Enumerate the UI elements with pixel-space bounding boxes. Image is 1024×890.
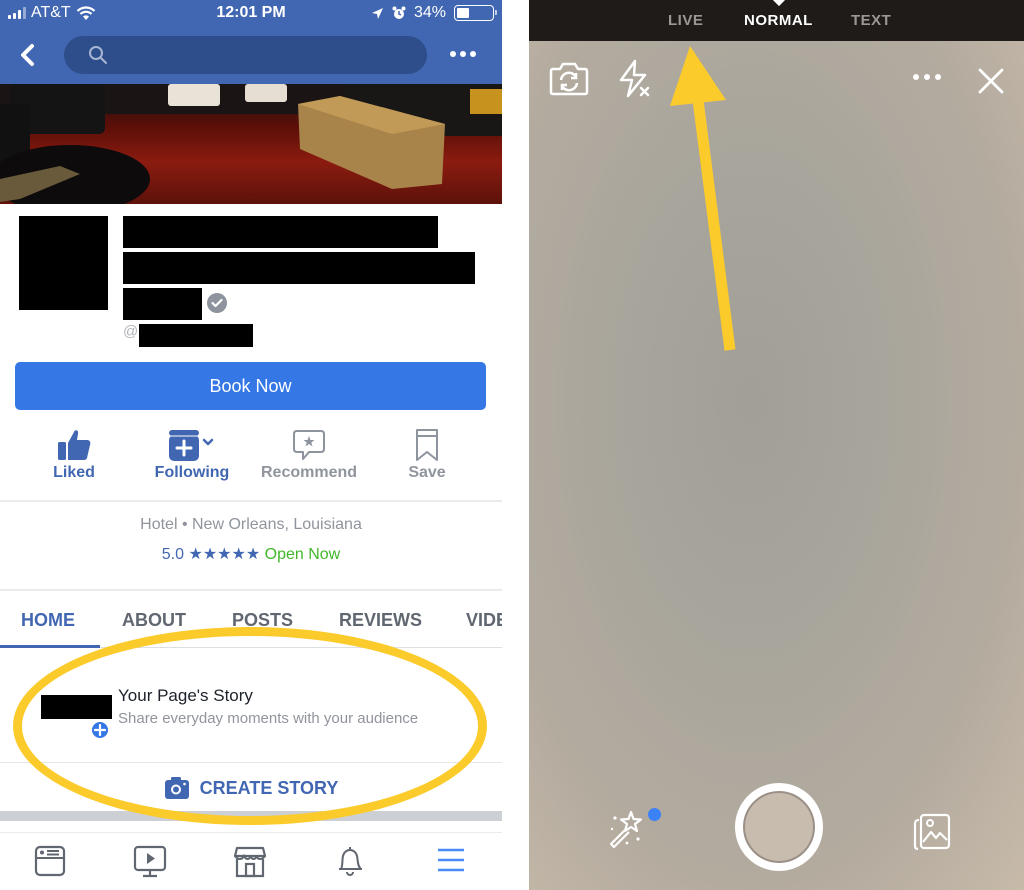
tab-news-feed[interactable] <box>30 845 70 881</box>
nav-bar <box>0 34 502 76</box>
switch-camera-icon[interactable] <box>549 60 589 98</box>
watch-video-icon <box>133 845 167 878</box>
section-divider <box>0 500 502 502</box>
menu-icon <box>438 848 464 872</box>
rating-stars-icon: ★★★★★ <box>188 546 261 563</box>
thumbs-up-icon <box>58 430 91 460</box>
tab-watch[interactable] <box>130 845 170 881</box>
rating-row[interactable]: 5.0 ★★★★★ Open Now <box>0 544 502 564</box>
alarm-icon <box>392 6 406 19</box>
app-header: AT&T 12:01 PM 34% <box>0 0 502 84</box>
dot-icon <box>450 51 456 57</box>
mode-live[interactable]: LIVE <box>668 12 703 29</box>
tab-posts[interactable]: POSTS <box>232 610 293 631</box>
more-options-button[interactable] <box>450 51 476 57</box>
camera-icon <box>164 777 189 799</box>
search-input[interactable] <box>120 36 410 74</box>
location-icon <box>371 7 383 19</box>
tab-about[interactable]: ABOUT <box>122 610 186 631</box>
search-icon <box>89 46 107 64</box>
bottom-tab-bar <box>0 832 502 890</box>
recommend-icon <box>293 430 325 460</box>
dot-icon <box>460 51 466 57</box>
dot-icon <box>470 51 476 57</box>
page-story-card[interactable]: Your Page's Story Share everyday moments… <box>0 650 502 762</box>
story-divider <box>0 762 502 763</box>
battery-icon <box>454 5 497 21</box>
flash-off-icon[interactable] <box>617 58 653 100</box>
recommend-label: Recommend <box>260 464 358 481</box>
create-story-label: CREATE STORY <box>199 777 339 798</box>
notifications-bell-icon <box>339 847 362 876</box>
mode-text[interactable]: TEXT <box>851 12 891 29</box>
status-right: 34% <box>371 4 497 22</box>
tab-notifications[interactable] <box>330 845 370 881</box>
battery-percent: 34% <box>413 4 446 21</box>
new-effects-badge <box>648 808 661 821</box>
more-options-icon[interactable] <box>911 72 943 82</box>
page-category-location: Hotel • New Orleans, Louisiana <box>140 516 362 533</box>
save-label: Save <box>408 464 446 481</box>
tab-videos[interactable]: VIDEOS <box>466 610 502 631</box>
page-name-line2-redacted <box>123 252 475 284</box>
page-name-line3-redacted <box>123 288 202 320</box>
liked-button[interactable]: Liked <box>15 424 133 494</box>
section-divider <box>0 589 502 591</box>
page-actions: Liked Following Recommend Save <box>0 424 502 494</box>
back-chevron-icon[interactable] <box>14 40 42 70</box>
profile-picture-redacted[interactable] <box>19 216 108 310</box>
page-name-line1-redacted <box>123 216 438 248</box>
tab-marketplace[interactable] <box>230 845 270 881</box>
verified-badge-icon <box>207 293 227 313</box>
mode-indicator-icon <box>771 0 787 7</box>
following-icon <box>169 430 214 461</box>
facebook-page-screen: AT&T 12:01 PM 34% @ Book Now Liked Follo… <box>0 0 502 890</box>
search-bar[interactable] <box>64 36 427 74</box>
close-icon[interactable] <box>978 68 1004 94</box>
username-redacted <box>139 324 253 347</box>
active-tab-indicator <box>0 645 100 648</box>
liked-label: Liked <box>53 464 95 481</box>
cover-photo[interactable] <box>0 84 502 204</box>
marketplace-icon <box>233 846 267 878</box>
save-button[interactable]: Save <box>368 424 486 494</box>
add-story-plus-icon[interactable] <box>90 720 110 740</box>
camera-mode-bar: LIVE NORMAL TEXT <box>529 0 1024 41</box>
book-now-button[interactable]: Book Now <box>15 362 486 410</box>
open-status: Open Now <box>264 546 341 563</box>
gallery-icon[interactable] <box>912 812 952 852</box>
story-title: Your Page's Story <box>118 686 253 705</box>
rating-score: 5.0 <box>161 546 185 563</box>
cover-photo-image <box>0 84 502 204</box>
create-story-button[interactable]: CREATE STORY <box>0 770 502 806</box>
tab-home[interactable]: HOME <box>21 610 75 631</box>
username-prefix: @ <box>123 323 139 340</box>
camera-screen: LIVE NORMAL TEXT <box>529 0 1024 890</box>
following-label: Following <box>154 464 230 481</box>
tab-reviews[interactable]: REVIEWS <box>339 610 422 631</box>
news-feed-icon <box>34 845 66 877</box>
page-info: Hotel • New Orleans, Louisiana 5.0 ★★★★★… <box>0 516 502 564</box>
section-separator <box>0 811 502 821</box>
status-bar: AT&T 12:01 PM 34% <box>0 0 502 26</box>
bookmark-icon <box>416 429 438 461</box>
following-button[interactable]: Following <box>133 424 251 494</box>
shutter-button[interactable] <box>735 783 823 871</box>
page-tabs: HOME ABOUT POSTS REVIEWS VIDEOS <box>0 600 502 648</box>
story-subtitle: Share everyday moments with your audienc… <box>118 710 419 727</box>
effects-wand-icon[interactable] <box>607 808 649 850</box>
tab-menu[interactable] <box>431 845 471 881</box>
story-avatar-redacted <box>41 695 112 719</box>
recommend-button[interactable]: Recommend <box>250 424 368 494</box>
mode-normal[interactable]: NORMAL <box>744 12 813 29</box>
